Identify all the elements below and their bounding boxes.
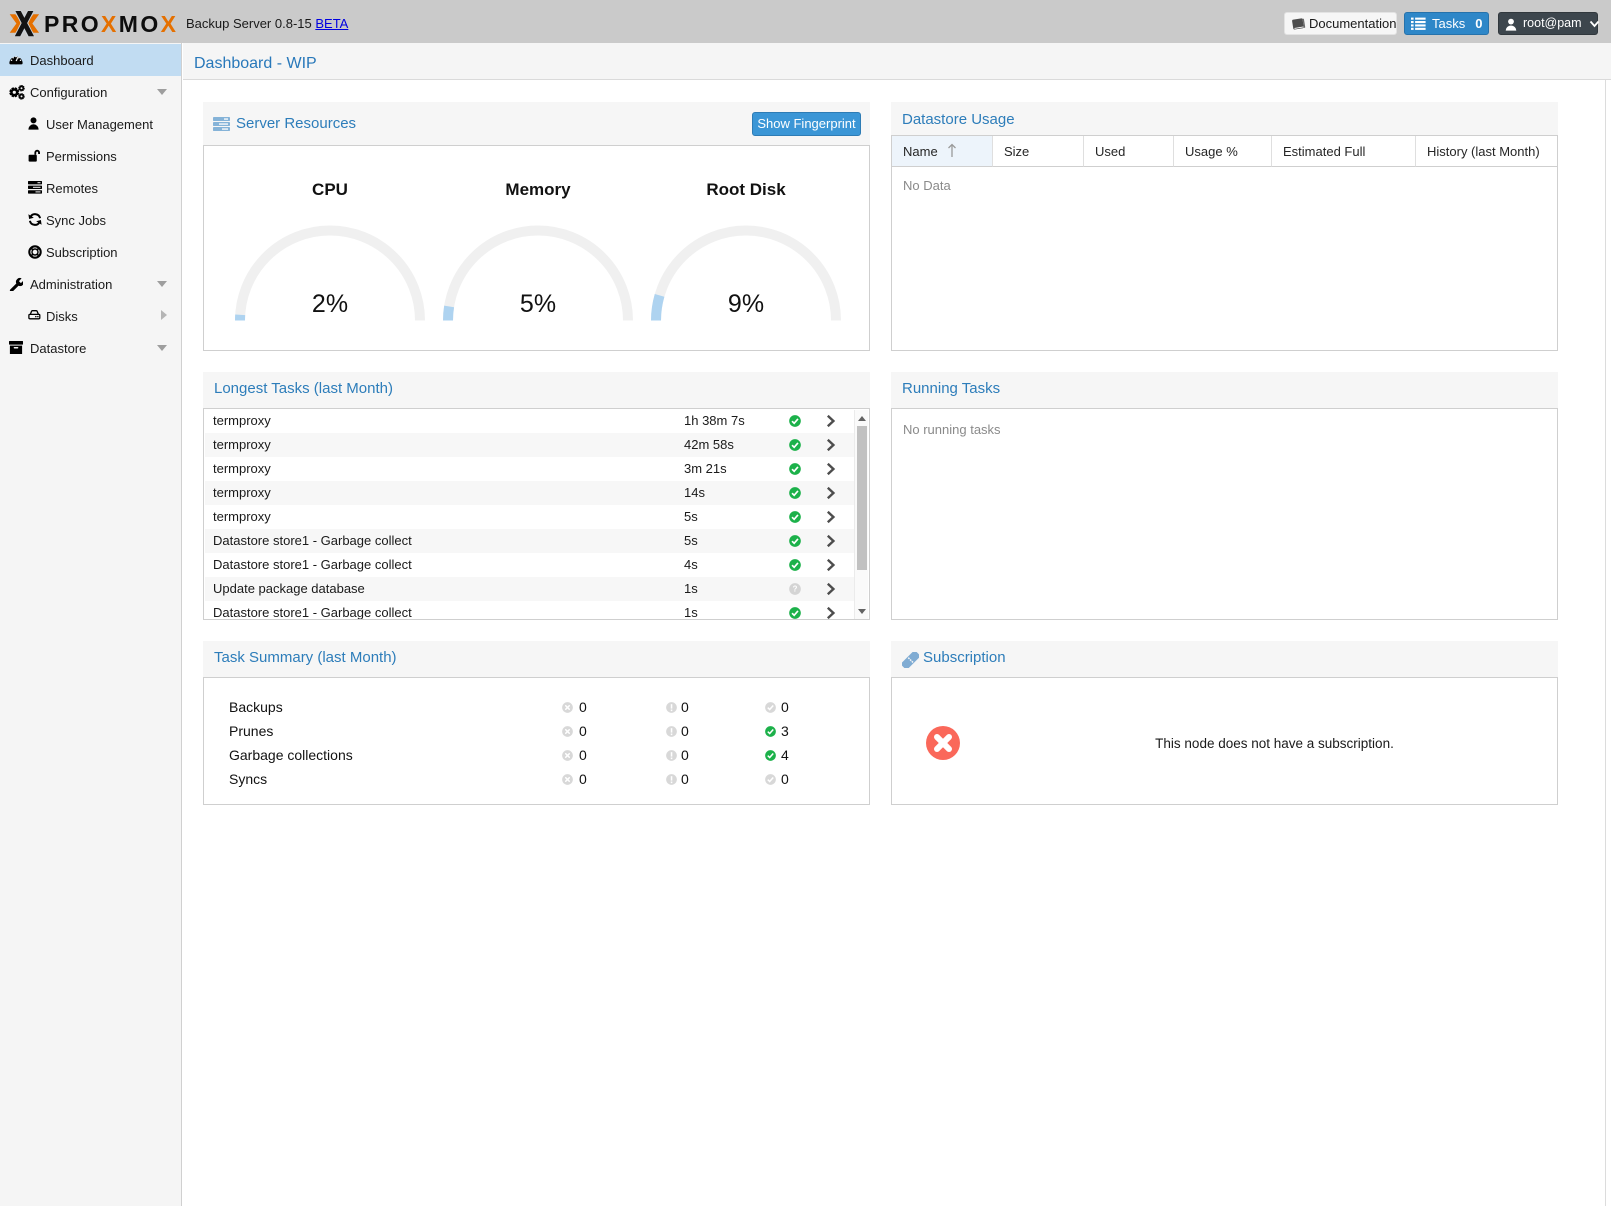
svg-text:?: ? [793,585,798,594]
